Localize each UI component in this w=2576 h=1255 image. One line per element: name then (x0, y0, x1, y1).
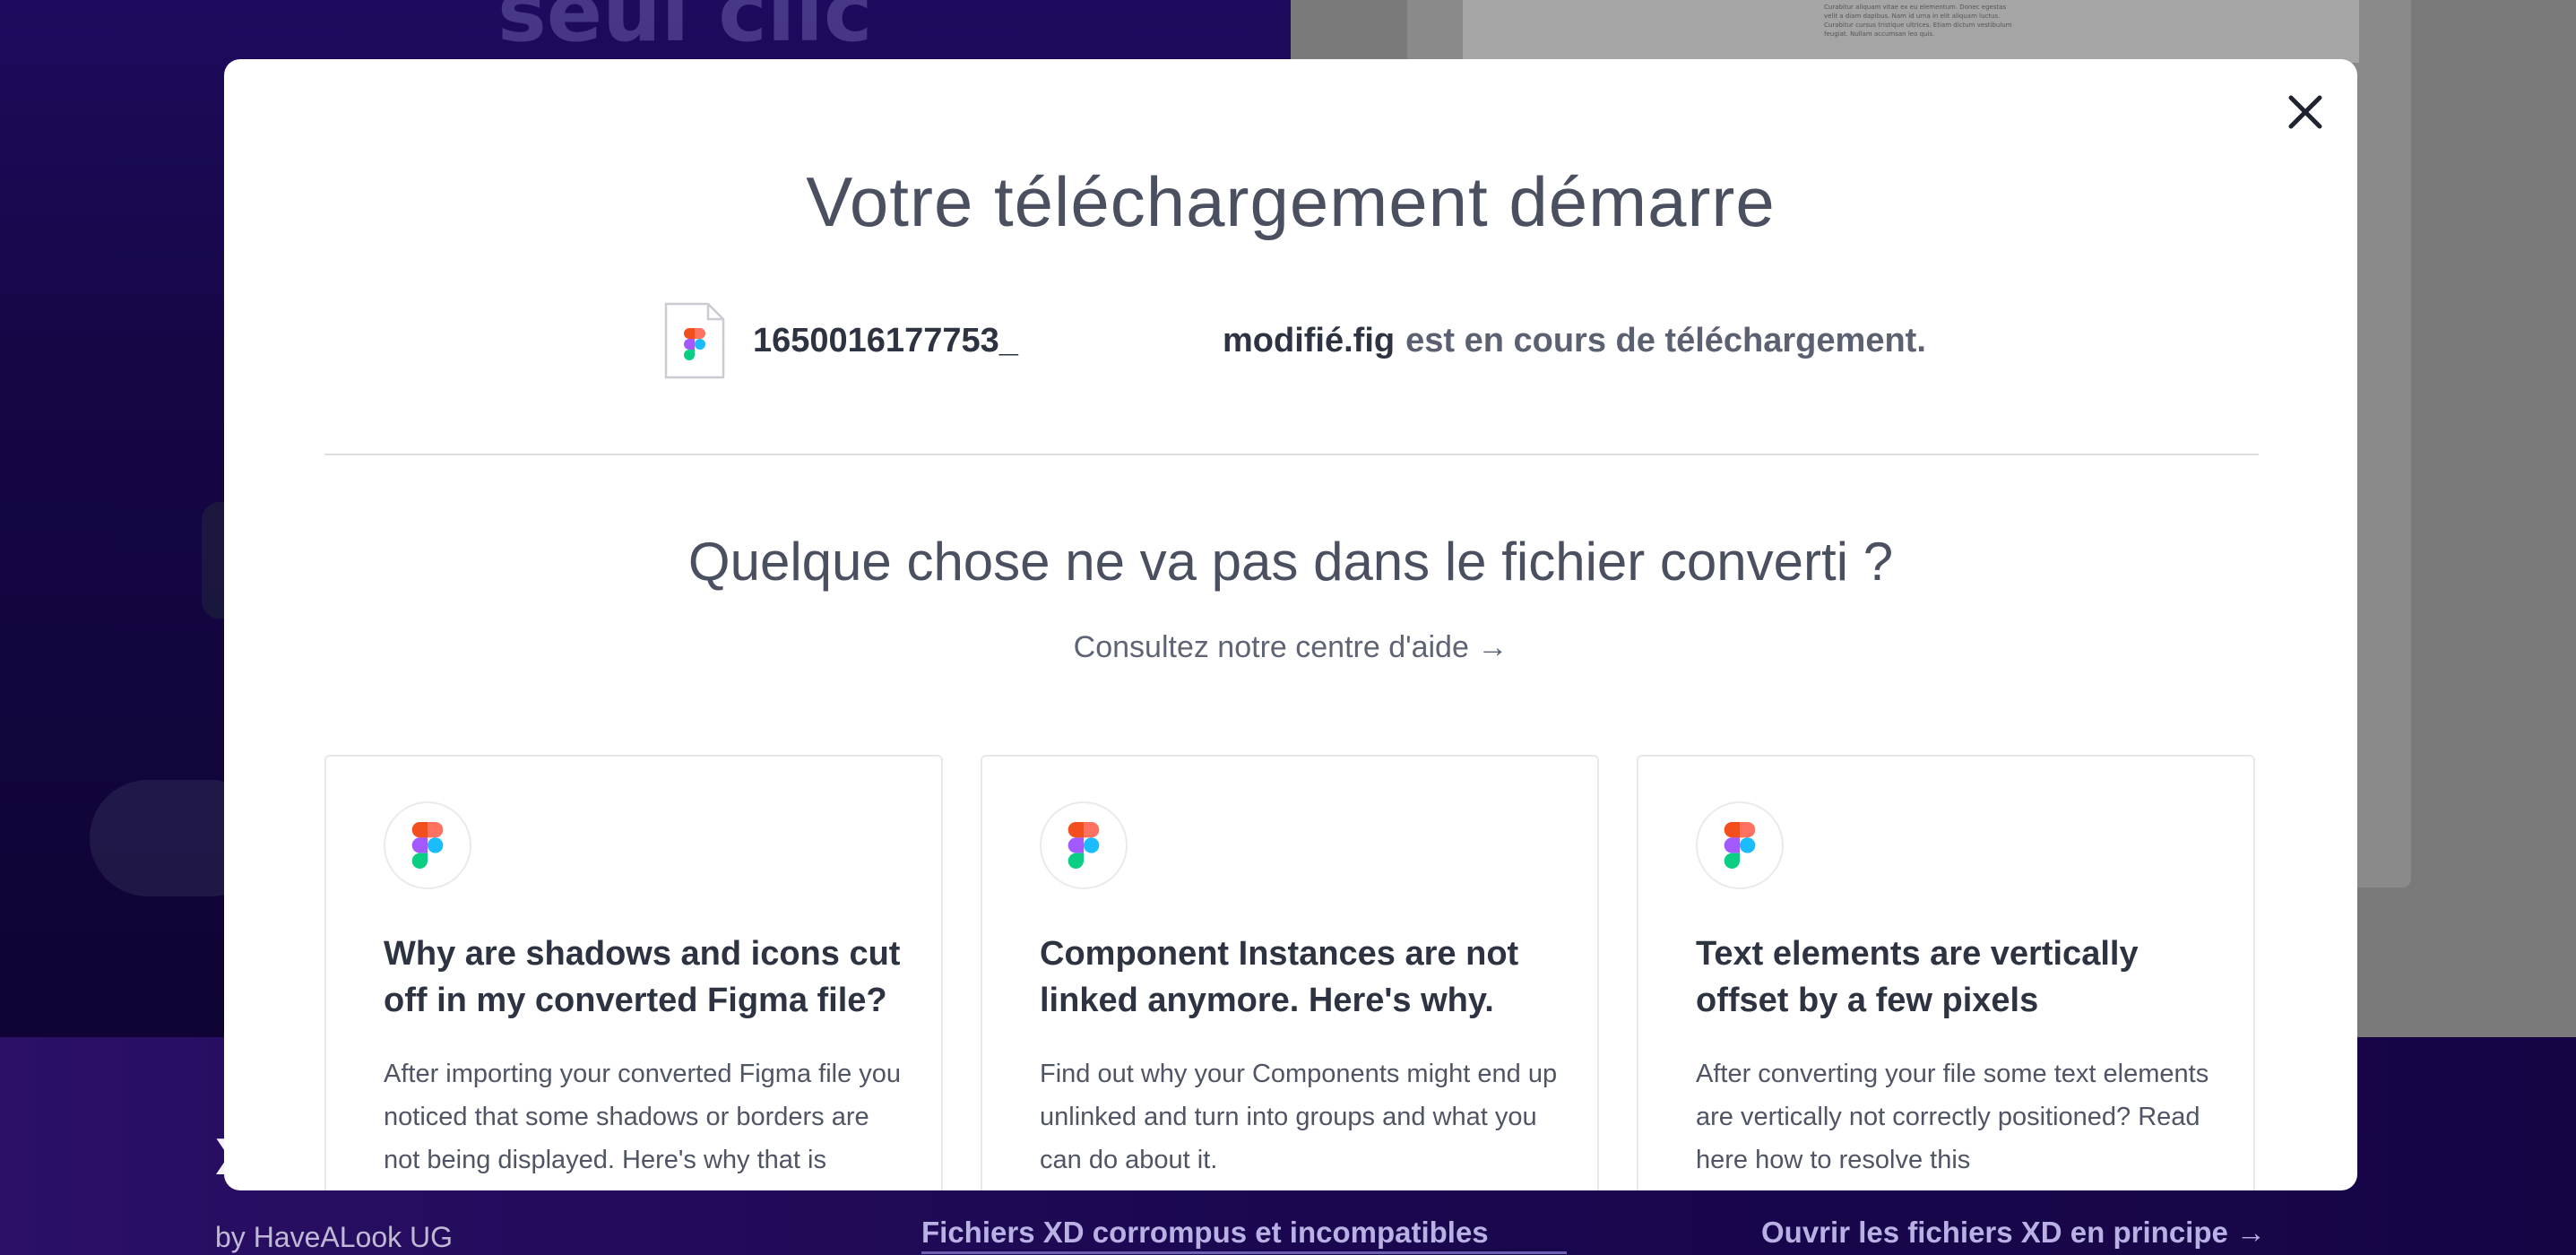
background-headline: seul clic (497, 0, 873, 60)
file-name-suffix: modifié.fig (1223, 321, 1396, 359)
download-status-text: est en cours de téléchargement. (1405, 321, 1926, 359)
close-button[interactable] (2259, 86, 2352, 138)
document-preview-text: Curabitur aliquam vitae ex eu elementum.… (1824, 4, 2012, 38)
close-icon (2288, 95, 2322, 129)
modal-title: Votre téléchargement démarre (806, 162, 1776, 241)
help-section-title: Quelque chose ne va pas dans le fichier … (687, 532, 1894, 592)
help-center-link[interactable]: Consultez notre centre d'aide → (224, 630, 2357, 665)
footer-link-open-xd[interactable]: Ouvrir les fichiers XD en principe → (1761, 1216, 2266, 1250)
modal-divider (324, 454, 2259, 455)
file-download-row: 1650016177753_ modifié.fig est en cours … (663, 301, 1926, 380)
file-name-prefix: 1650016177753_ (753, 321, 1018, 359)
figma-file-icon (664, 302, 725, 379)
footer-byline: by HaveALook UG (215, 1221, 454, 1253)
footer-link-corrupt-files[interactable]: Fichiers XD corrompus et incompatibles (921, 1216, 1489, 1250)
footer-link-underline (921, 1251, 1567, 1254)
